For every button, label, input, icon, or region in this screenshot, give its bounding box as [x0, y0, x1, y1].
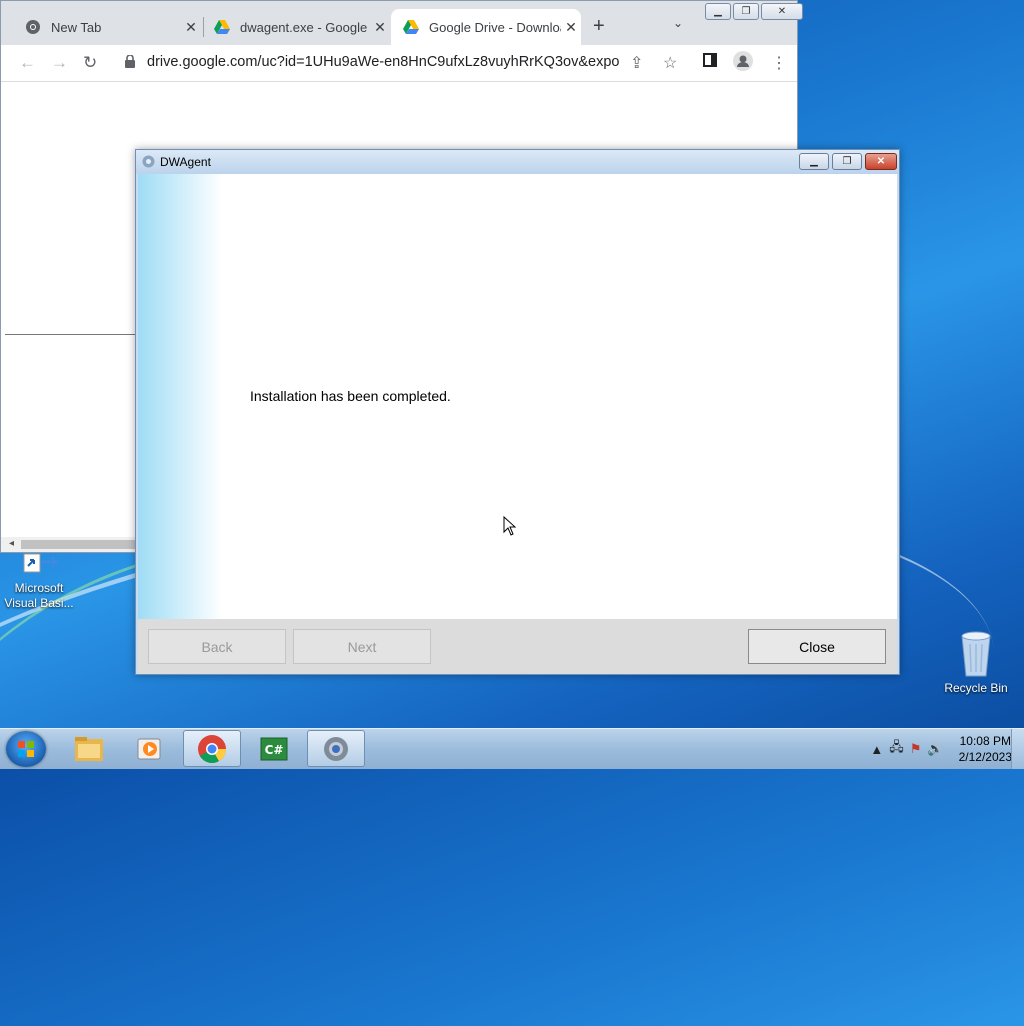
profile-avatar-icon[interactable]: [733, 51, 753, 76]
clock-time: 10:08 PM: [959, 734, 1011, 748]
page-divider: [5, 334, 137, 335]
tab-title: dwagent.exe - Google D: [240, 19, 370, 35]
dialog-button-bar: Back Next Close: [138, 619, 897, 674]
recycle-bin-icon: [961, 631, 991, 677]
kebab-menu-icon[interactable]: ⋮: [771, 53, 787, 73]
show-desktop-button[interactable]: [1011, 729, 1024, 769]
forward-arrow-icon[interactable]: →: [51, 53, 68, 73]
chrome-icon: [198, 734, 226, 763]
tab-title: New Tab: [51, 19, 102, 35]
scroll-left-icon[interactable]: ◂: [9, 538, 14, 549]
google-drive-icon: [214, 19, 230, 35]
dialog-titlebar[interactable]: DWAgent ▁ ❐ ✕: [136, 150, 899, 174]
show-hidden-icons-chevron-icon[interactable]: ▲: [870, 742, 883, 757]
network-icon[interactable]: 🖧: [889, 738, 904, 760]
dialog-body: Installation has been completed.: [138, 174, 897, 619]
bookmark-star-icon[interactable]: ☆: [663, 53, 677, 73]
dialog-side-gradient: [138, 174, 222, 619]
tab-title: Google Drive - Download: [429, 19, 561, 35]
start-button-windows-icon[interactable]: [6, 731, 46, 767]
desktop-icon-label: Recycle Bin: [944, 681, 1008, 695]
minimize-icon[interactable]: ▁: [799, 153, 829, 170]
taskbar: C# ▲ 🖧 ⚑ 🔊 10:08 PM 2/12/2023: [0, 728, 1024, 769]
csharp-icon: C#: [260, 737, 288, 760]
close-icon[interactable]: ✕: [761, 3, 803, 20]
desktop-icon-recycle-bin[interactable]: Recycle Bin: [940, 630, 1012, 696]
share-icon[interactable]: ⇪: [630, 53, 643, 73]
tab-dwagent-exe[interactable]: dwagent.exe - Google D ✕: [202, 9, 390, 45]
dwagent-dialog: DWAgent ▁ ❐ ✕ Installation has been comp…: [135, 149, 900, 675]
clock-date: 2/12/2023: [958, 750, 1012, 764]
dialog-window-controls: ▁ ❐ ✕: [796, 153, 897, 170]
desktop-icon-visual-basic[interactable]: Microsoft Visual Basi...: [4, 552, 74, 611]
chrome-icon: [25, 19, 41, 35]
scrollbar-thumb[interactable]: [21, 540, 137, 549]
google-drive-icon: [403, 19, 419, 35]
tab-google-drive-download[interactable]: Google Drive - Download ✕: [391, 9, 581, 45]
browser-toolbar: ← → ↻ drive.google.com/uc?id=1UHu9aWe-en…: [1, 45, 797, 82]
desktop-icon-label: Microsoft: [14, 581, 64, 595]
dwagent-gear-icon: [324, 736, 348, 761]
tab-close-icon[interactable]: ✕: [181, 19, 201, 36]
back-button[interactable]: Back: [148, 629, 286, 664]
close-button[interactable]: Close: [748, 629, 886, 664]
action-center-flag-icon[interactable]: ⚑: [910, 741, 922, 757]
mouse-cursor-icon: [503, 516, 517, 536]
installation-complete-message: Installation has been completed.: [250, 388, 451, 404]
shortcut-arrow-icon: [23, 553, 60, 573]
taskbar-explorer[interactable]: [60, 730, 118, 767]
taskbar-chrome[interactable]: [183, 730, 241, 767]
address-bar[interactable]: drive.google.com/uc?id=1UHu9aWe-en8HnC9u…: [147, 54, 619, 70]
media-player-icon: [137, 738, 161, 759]
back-arrow-icon[interactable]: ←: [19, 53, 36, 73]
volume-icon[interactable]: 🔊: [927, 741, 943, 757]
svg-text:C#: C#: [265, 743, 284, 757]
system-tray: ▲ 🖧 ⚑ 🔊 10:08 PM 2/12/2023: [867, 729, 1018, 769]
lock-icon[interactable]: [125, 54, 135, 73]
minimize-icon[interactable]: ▁: [705, 3, 731, 20]
dwagent-gear-icon: [142, 155, 155, 173]
tab-strip: New Tab ✕ dwagent.exe - Google D ✕ Googl…: [1, 1, 803, 45]
restore-icon[interactable]: ❐: [733, 3, 759, 20]
browser-window-controls: ▁ ❐ ✕: [703, 3, 803, 20]
next-button[interactable]: Next: [293, 629, 431, 664]
reload-icon[interactable]: ↻: [83, 53, 97, 73]
folder-icon: [75, 736, 103, 761]
tab-new-tab[interactable]: New Tab ✕: [13, 9, 201, 45]
clock[interactable]: 10:08 PM 2/12/2023: [959, 733, 1012, 765]
taskbar-dwagent[interactable]: [307, 730, 365, 767]
new-tab-button[interactable]: +: [593, 15, 605, 38]
taskbar-media-player[interactable]: [121, 730, 179, 767]
dialog-title: DWAgent: [160, 155, 211, 169]
tab-close-icon[interactable]: ✕: [370, 19, 390, 36]
side-panel-icon[interactable]: [703, 53, 717, 72]
tab-close-icon[interactable]: ✕: [561, 19, 581, 36]
close-icon[interactable]: ✕: [865, 153, 897, 170]
maximize-icon[interactable]: ❐: [832, 153, 862, 170]
tab-search-chevron-icon[interactable]: ⌄: [673, 16, 683, 30]
desktop-icon-label: Visual Basi...: [4, 596, 74, 610]
horizontal-scrollbar[interactable]: ◂: [1, 537, 137, 552]
taskbar-csharp-editor[interactable]: C#: [245, 730, 303, 767]
